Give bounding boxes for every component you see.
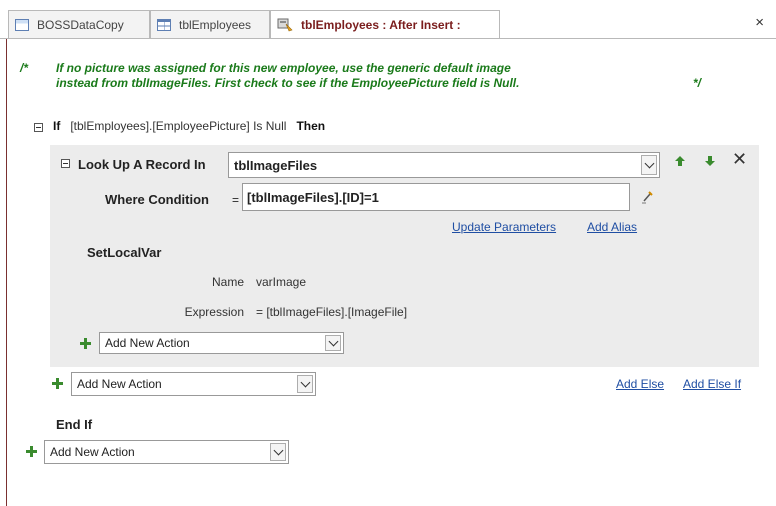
tab-tblemployees[interactable]: tblEmployees xyxy=(150,10,270,38)
add-action-plus-icon xyxy=(52,378,63,389)
delete-action-icon[interactable]: ✕ xyxy=(732,149,747,169)
form-icon xyxy=(15,18,29,31)
data-macro-icon xyxy=(277,18,293,32)
lookup-table-value: tblImageFiles xyxy=(234,157,318,173)
lookup-collapse-icon[interactable] xyxy=(61,159,70,168)
dropdown-button[interactable] xyxy=(641,155,657,175)
lookup-record-label: Look Up A Record In xyxy=(78,157,206,172)
dropdown-button[interactable] xyxy=(270,443,286,461)
tab-after-insert-macro[interactable]: tblEmployees : After Insert : xyxy=(270,10,500,39)
dropdown-button[interactable] xyxy=(297,375,313,393)
name-argument-value[interactable]: varImage xyxy=(256,275,306,289)
tab-label: tblEmployees xyxy=(179,17,252,32)
add-new-action-select-top[interactable]: Add New Action xyxy=(44,440,289,464)
then-keyword: Then xyxy=(296,119,326,133)
dropdown-button[interactable] xyxy=(325,335,341,351)
add-else-link[interactable]: Add Else xyxy=(616,377,664,391)
end-if-keyword: End If xyxy=(56,417,93,432)
where-condition-input[interactable]: [tblImageFiles].[ID]=1 xyxy=(242,183,630,211)
add-new-action-label: Add New Action xyxy=(50,445,135,459)
macro-comment[interactable]: /* If no picture was assigned for this n… xyxy=(20,61,748,91)
add-action-plus-icon xyxy=(80,338,91,349)
if-condition[interactable]: [tblEmployees].[EmployeePicture] Is Null xyxy=(70,119,286,133)
document-tab-strip: BOSSDataCopy tblEmployees tblEmployees :… xyxy=(0,0,776,40)
where-equals-sign: = xyxy=(232,193,240,207)
move-down-icon[interactable] xyxy=(704,155,716,167)
tab-bossdatacopy[interactable]: BOSSDataCopy xyxy=(8,10,150,38)
add-new-action-select-if[interactable]: Add New Action xyxy=(71,372,316,396)
chevron-down-icon xyxy=(328,336,338,346)
where-condition-label: Where Condition xyxy=(105,192,209,207)
expression-argument-value[interactable]: = [tblImageFiles].[ImageFile] xyxy=(256,305,407,319)
tab-baseline xyxy=(0,38,776,39)
add-else-if-link[interactable]: Add Else If xyxy=(683,377,741,391)
expression-builder-icon[interactable] xyxy=(640,189,656,205)
chevron-down-icon xyxy=(300,377,310,387)
update-parameters-link[interactable]: Update Parameters xyxy=(452,220,556,234)
name-argument-label: Name xyxy=(211,275,244,289)
expression-argument-label: Expression xyxy=(184,305,244,319)
add-new-action-select-inner[interactable]: Add New Action xyxy=(99,332,344,354)
chevron-down-icon xyxy=(644,158,654,168)
if-header[interactable]: If [tblEmployees].[EmployeePicture] Is N… xyxy=(53,119,325,133)
designer-left-border xyxy=(6,39,7,506)
lookup-table-select[interactable]: tblImageFiles xyxy=(228,152,660,178)
add-new-action-label: Add New Action xyxy=(105,336,190,350)
if-keyword: If xyxy=(53,119,61,133)
if-collapse-icon[interactable] xyxy=(34,123,43,132)
setlocalvar-action[interactable]: SetLocalVar xyxy=(87,245,161,260)
add-new-action-label: Add New Action xyxy=(77,377,162,391)
chevron-down-icon xyxy=(273,445,283,455)
move-up-icon[interactable] xyxy=(674,155,686,167)
add-alias-link[interactable]: Add Alias xyxy=(587,220,637,234)
table-icon xyxy=(157,18,171,31)
comment-open-mark: /* xyxy=(20,61,29,75)
comment-close-mark: */ xyxy=(693,76,702,90)
comment-line-2: instead from tblImageFiles. First check … xyxy=(56,76,520,90)
tab-label: tblEmployees : After Insert : xyxy=(301,18,461,32)
close-icon[interactable]: × xyxy=(755,14,764,31)
tab-label: BOSSDataCopy xyxy=(37,17,124,32)
add-action-plus-icon xyxy=(26,446,37,457)
comment-line-1: If no picture was assigned for this new … xyxy=(56,61,511,75)
